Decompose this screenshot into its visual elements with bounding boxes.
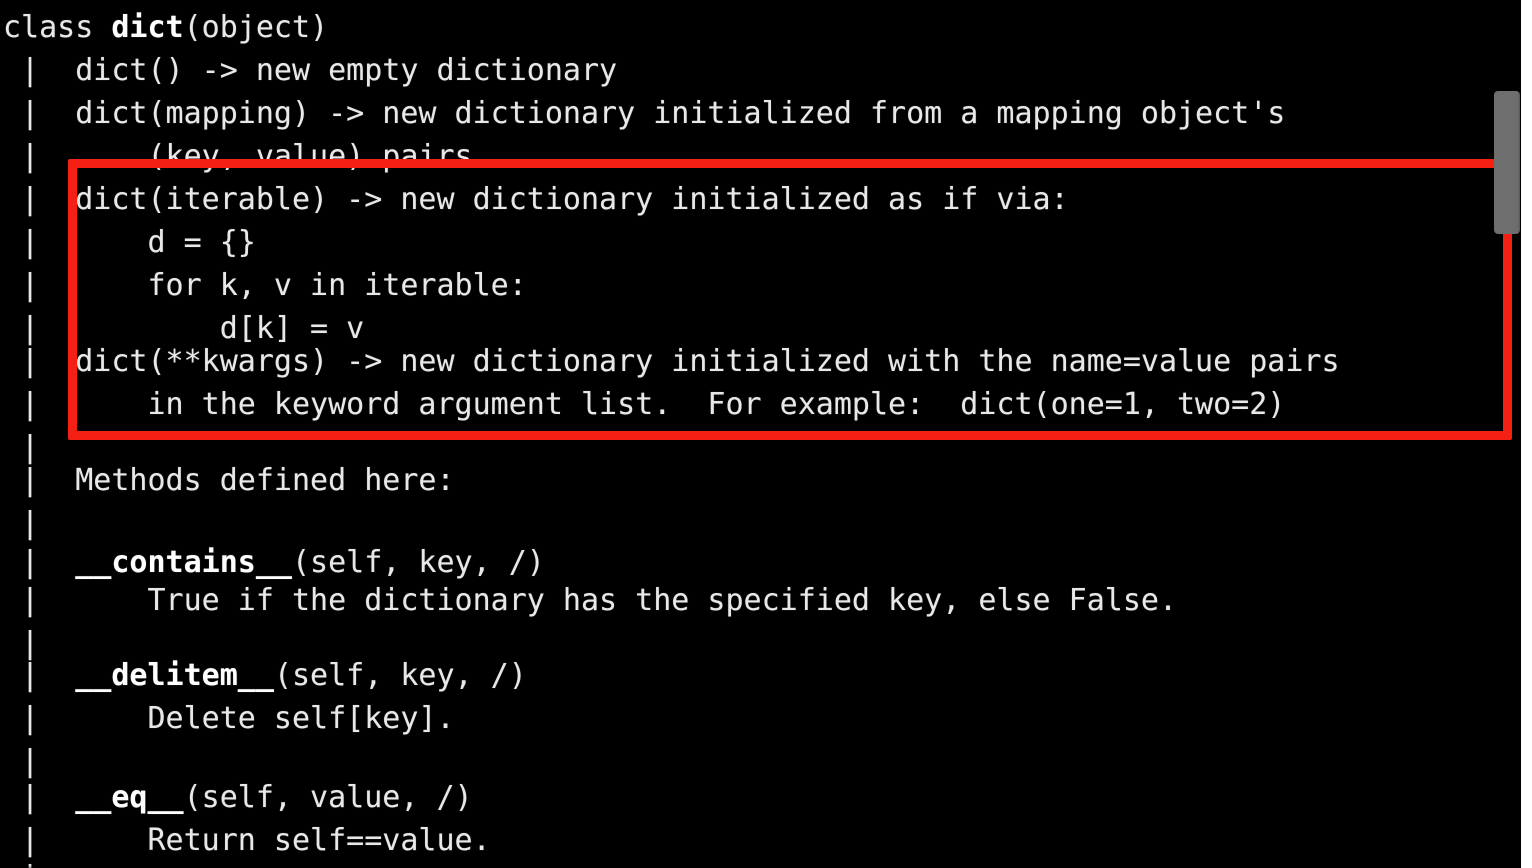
console-text-token: | Delete self[key]. [3,701,455,736]
console-line: | Delete self[key]. [3,693,455,745]
console-text-token: | dict(**kwargs) -> new dictionary initi… [3,344,1340,379]
console-text-token: | Return self==value. [3,823,491,858]
console-bold-token: __eq__ [75,780,184,815]
console-line: | Methods defined here: [3,455,455,507]
console-text-token: | [3,658,76,693]
console-output: class dict(object) | dict() -> new empty… [0,0,1521,868]
console-text-token: | True if the dictionary has the specifi… [3,583,1177,618]
terminal-window[interactable]: class dict(object) | dict() -> new empty… [0,0,1521,868]
console-line: | [3,852,39,868]
console-text-token: | d = {} [3,225,256,260]
vertical-scrollbar-track[interactable] [1494,0,1520,868]
console-text-token: | [3,780,76,815]
console-text-token: | dict() -> new empty dictionary [3,53,618,88]
console-text-token: (object) [183,10,329,45]
console-text-token: | Methods defined here: [3,463,455,498]
console-text-token: | in the keyword argument list. For exam… [3,387,1286,422]
console-text-token: | for k, v in iterable: [3,268,527,303]
console-text-token: | [3,860,39,868]
console-text-token: (self, key, /) [273,658,527,693]
console-text-token: | [3,506,40,541]
console-line: | in the keyword argument list. For exam… [3,379,1285,431]
console-line: | Return self==value. [3,815,491,867]
console-text-token: | (key, value) pairs [3,139,473,174]
console-text-token: | dict(iterable) -> new dictionary initi… [3,182,1069,217]
page-gutter [1521,0,1532,868]
console-line: | True if the dictionary has the specifi… [3,575,1177,627]
console-bold-token: __delitem__ [75,658,274,693]
console-text-token: | dict(mapping) -> new dictionary initia… [3,96,1286,131]
console-bold-token: dict [111,10,184,45]
console-text-token: class [3,10,112,45]
console-text-token: (self, value, /) [183,780,473,815]
vertical-scrollbar-thumb[interactable] [1494,91,1520,234]
screenshot-root: class dict(object) | dict() -> new empty… [0,0,1532,868]
